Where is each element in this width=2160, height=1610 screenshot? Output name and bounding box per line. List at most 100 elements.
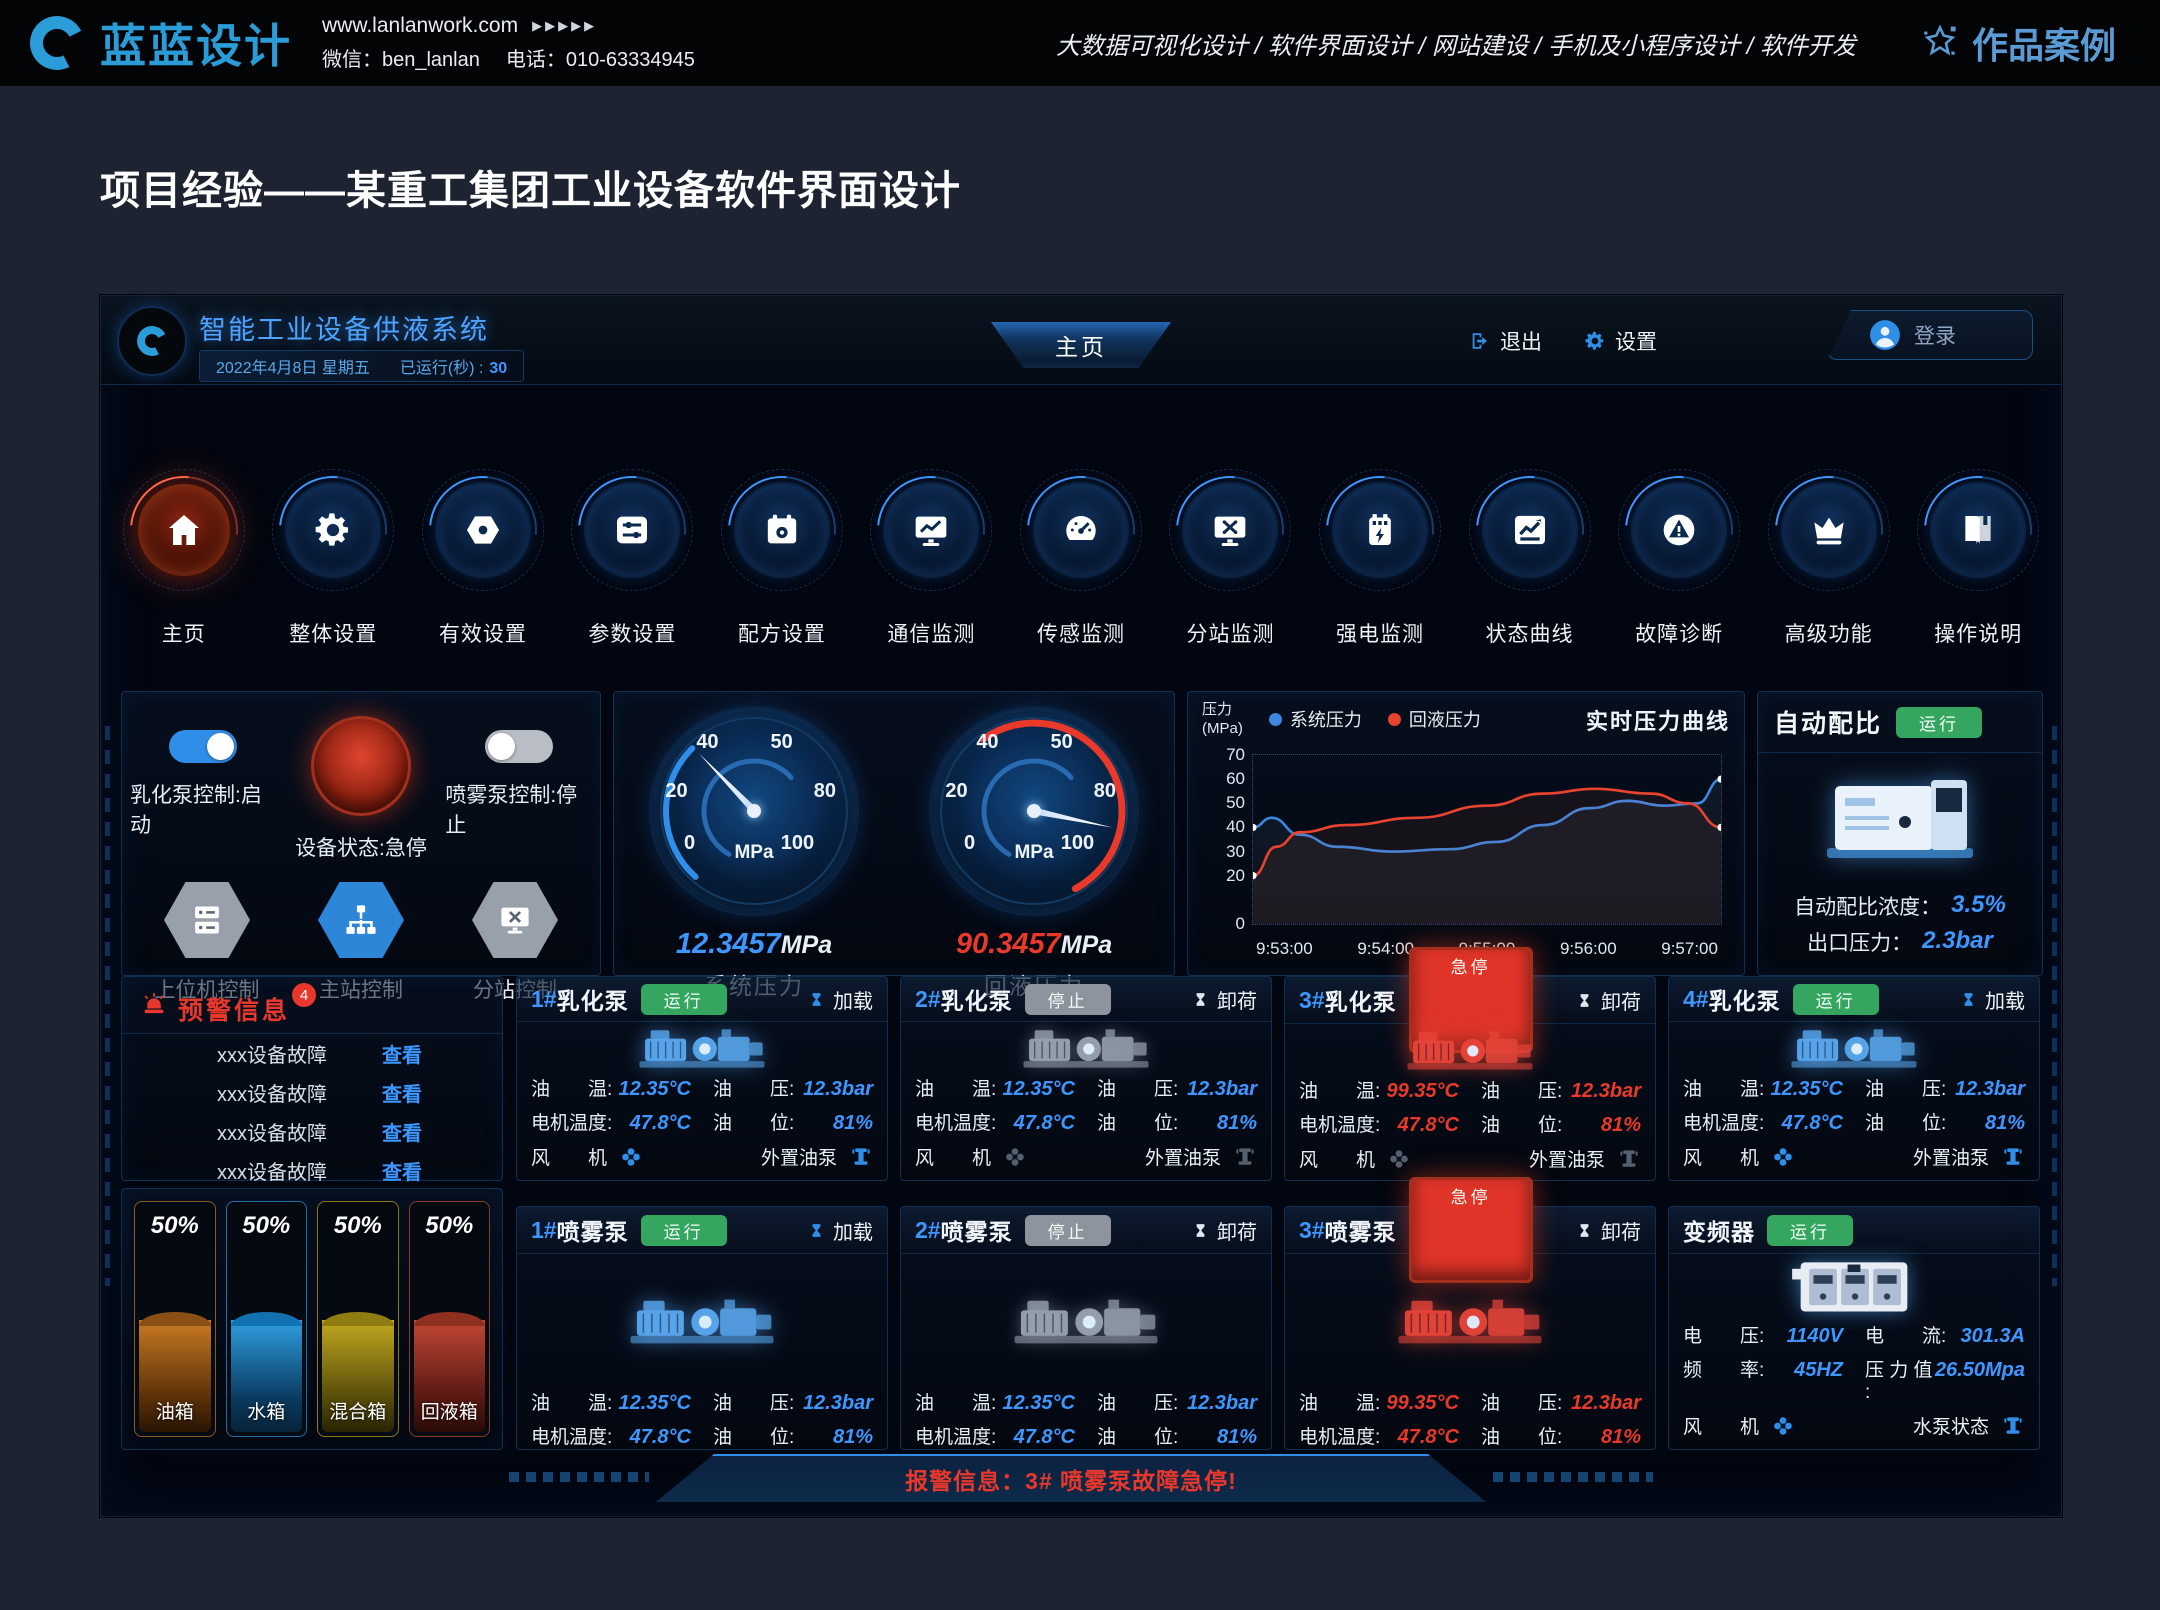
exit-icon [1469,330,1491,352]
pump-3-card: 3#乳化泵急停卸荷油 温:99.35°C油 压:12.3bar电机温度:47.8… [1284,976,1656,1181]
host-hex-button[interactable] [164,882,250,958]
data-value: 47.8°C [1014,1112,1075,1135]
data-field: 油 压:12.3bar [713,1074,873,1101]
view-link[interactable]: 查看 [382,1156,502,1185]
data-value: 12.35°C [1771,1078,1844,1101]
row-value: 2.3bar [1922,927,1993,957]
fan-label: 风 机 [1683,1143,1759,1170]
tick-80: 80 [1094,780,1116,803]
card-data-grid: 油 温:12.35°C油 压:12.3bar电机温度:47.8°C油 位:81% [901,1074,1271,1135]
logo[interactable]: 蓝蓝设计 [0,10,292,76]
nav-item-sensor[interactable]: 传感监测 [1006,424,1156,648]
nav-power-icon [1334,484,1426,576]
card-footer: 风 机 外置油泵 [1669,1135,2039,1180]
legend-label: 系统压力 [1290,706,1362,732]
card-title: 喷雾泵 [941,1213,1013,1247]
hourglass-icon [1192,1222,1209,1239]
tab-home[interactable]: 主页 [991,322,1171,368]
site-url[interactable]: www.lanlanwork.com [322,14,518,38]
network-hex-button[interactable] [318,882,404,958]
nav-item-manual[interactable]: 操作说明 [1903,424,2053,648]
nav-item-curve[interactable]: 状态曲线 [1455,424,1605,648]
data-field: 油 位:81% [1481,1110,1641,1137]
login-button[interactable]: 登录 [1827,310,2033,360]
card-number: 1# [531,986,557,1013]
fan-status: 风 机 [915,1143,1027,1170]
emergency-stop-button[interactable] [311,716,411,816]
nav-item-advanced[interactable]: 高级功能 [1754,424,1904,648]
nav-item-sliders[interactable]: 参数设置 [558,424,708,648]
pump-label: 外置油泵 [1913,1143,1989,1170]
right-edge-decoration [2052,726,2057,1286]
fan-icon [1387,1147,1411,1171]
nav-item-hexagon[interactable]: 有效设置 [408,424,558,648]
nav-item-recipe[interactable]: 配方设置 [707,424,857,648]
gauge-unit: MPa [1061,931,1112,959]
nav-item-gear[interactable]: 整体设置 [259,424,409,648]
action-label: 加载 [833,985,873,1014]
nav-item-label: 有效设置 [439,618,527,648]
nav-item-home[interactable]: 主页 [109,424,259,648]
nav-item-substation[interactable]: 分站监测 [1156,424,1306,648]
fan-label: 风 机 [1299,1145,1375,1172]
unload-button[interactable]: 卸荷 [1192,985,1257,1014]
emulsion-pump-toggle[interactable] [169,730,237,763]
unload-button[interactable]: 卸荷 [1576,986,1641,1015]
legend-system-pressure[interactable]: 系统压力 [1269,706,1362,732]
card-number: 3# [1299,1217,1325,1244]
machine-image [901,1022,1271,1074]
data-value: 47.8°C [630,1426,691,1449]
runtime-value: 30 [489,360,507,377]
data-value: 81% [833,1112,873,1135]
dashboard-header: 智能工业设备供液系统 2022年4月8日 星期五 已运行(秒) :30 主页 退… [101,296,2061,385]
data-label: 油 位: [1481,1110,1562,1137]
logout-button[interactable]: 退出 [1469,326,1542,356]
y-tick-label: 30 [1207,842,1245,862]
view-link[interactable]: 查看 [382,1078,502,1107]
data-field: 油 位:81% [1865,1108,2025,1135]
pump-icon [2001,1414,2025,1438]
load-button[interactable]: 加载 [808,985,873,1014]
load-button[interactable]: 加载 [1960,985,2025,1014]
legend-return-pressure[interactable]: 回液压力 [1388,706,1481,732]
view-link[interactable]: 查看 [382,1039,502,1068]
warning-row: xxx设备故障查看 [122,1112,502,1151]
fan-status: 风 机 [1683,1412,1795,1439]
settings-button[interactable]: 设置 [1584,326,1657,356]
card-number: 2# [915,986,941,1013]
card-header: 1#乳化泵运行加载 [517,977,887,1022]
machine-image [517,1254,887,1388]
unload-button[interactable]: 卸荷 [1576,1216,1641,1245]
pump-label: 水泵状态 [1913,1412,1989,1439]
pump-label: 外置油泵 [761,1143,837,1170]
tank-percent: 50% [318,1212,398,1240]
card-data-grid: 油 温:12.35°C油 压:12.3bar电机温度:47.8°C油 位:81% [517,1074,887,1135]
card-header: 4#乳化泵运行加载 [1669,977,2039,1022]
inverter-card: 变频器运行电 压:1140V电 流:301.3A频 率:45HZ压 力 值 :2… [1668,1206,2040,1450]
data-value: 81% [1601,1426,1641,1449]
device-status-label: 设备状态:急停 [295,832,427,862]
portfolio-link[interactable]: 作品案例 [1920,17,2116,69]
data-field: 电机温度:47.8°C [1683,1108,1843,1135]
tank-ret: 50%回液箱 [409,1201,491,1437]
data-label: 油 温: [915,1074,996,1101]
load-button[interactable]: 加载 [808,1216,873,1245]
nav-item-comm[interactable]: 通信监测 [857,424,1007,648]
spray-pump-toggle[interactable] [485,730,553,763]
data-label: 油 压: [1481,1076,1562,1103]
monx-hex-button[interactable] [472,882,558,958]
alarm-bar-right-decoration [1493,1472,1653,1482]
nav-item-diagnosis[interactable]: 故障诊断 [1604,424,1754,648]
warning-text: xxx设备故障 [122,1078,382,1107]
pump-status: 外置油泵 [1529,1145,1641,1172]
phone-number: 电话：010-63334945 [506,43,695,72]
warning-panel: 预警信息 4 xxx设备故障查看xxx设备故障查看xxx设备故障查看xxx设备故… [121,976,503,1181]
nav-item-power[interactable]: 强电监测 [1305,424,1455,648]
fan-icon [1003,1145,1027,1169]
arrows-icon: ▶▶▶▶▶ [532,18,597,34]
data-field: 油 温:12.35°C [531,1388,691,1415]
card-title: 乳化泵 [1709,982,1781,1016]
nav-item-label: 状态曲线 [1486,618,1574,648]
unload-button[interactable]: 卸荷 [1192,1216,1257,1245]
view-link[interactable]: 查看 [382,1117,502,1146]
